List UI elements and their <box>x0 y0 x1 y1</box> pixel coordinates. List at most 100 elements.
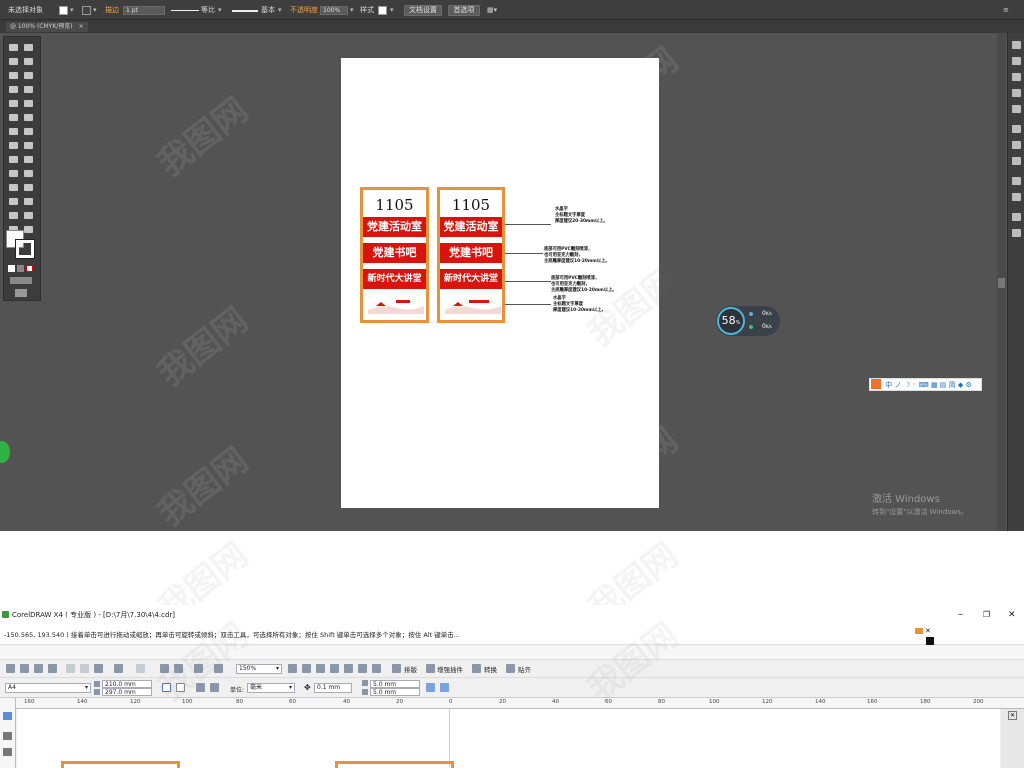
assistant-float-icon[interactable] <box>0 441 10 463</box>
duplicate-x-field[interactable]: 5.0 mm <box>370 680 420 688</box>
snap-label[interactable]: 贴齐 <box>518 664 531 674</box>
close-button[interactable]: ✕ <box>1008 605 1016 625</box>
eyedropper-tool-icon[interactable] <box>9 184 18 191</box>
page-size-select[interactable]: A4 ▾ <box>5 683 91 693</box>
panel-menu-icon[interactable]: ≡ <box>1003 6 1009 15</box>
blend-tool-icon[interactable] <box>24 184 33 191</box>
paste-icon[interactable] <box>94 664 103 673</box>
profile-1-label[interactable]: 等比 <box>201 6 215 15</box>
sign-right[interactable]: 1105 党建活动室 党建书吧 新时代大讲堂 <box>437 187 505 323</box>
treat-as-filled-icon[interactable] <box>440 683 449 692</box>
zoom-selected-icon[interactable] <box>316 664 325 673</box>
stroke-label[interactable]: 描边 <box>105 6 119 15</box>
ime-grid-icon[interactable]: ▦ <box>931 381 938 389</box>
magic-wand-tool-icon[interactable] <box>9 58 18 65</box>
opacity-label[interactable]: 不透明度 <box>290 6 318 15</box>
arrange-icon[interactable]: ▦▾ <box>487 6 497 15</box>
scroll-thumb[interactable] <box>998 278 1005 288</box>
ime-table-icon[interactable]: ▤ <box>940 381 947 389</box>
style-dropdown-icon[interactable]: ▾ <box>390 6 394 15</box>
welcome-icon[interactable] <box>214 664 223 673</box>
mesh-tool-icon[interactable] <box>9 170 18 177</box>
stroke-weight-field[interactable]: 1 pt <box>123 6 165 15</box>
unit-select[interactable]: 毫米 ▾ <box>247 683 295 693</box>
profile-2-label[interactable]: 基本 <box>261 6 275 15</box>
import-icon[interactable] <box>160 664 169 673</box>
shape-builder-tool-icon[interactable] <box>9 156 18 163</box>
free-transform-tool-icon[interactable] <box>24 142 33 149</box>
gradient-tool-icon[interactable] <box>24 170 33 177</box>
type-tool-icon[interactable] <box>24 72 33 79</box>
direct-selection-tool-icon[interactable] <box>24 44 33 51</box>
sign-left[interactable]: 1105 党建活动室 党建书吧 新时代大讲堂 <box>360 187 429 323</box>
zoom-height-icon[interactable] <box>372 664 381 673</box>
ime-dot-icon[interactable]: ◦ <box>912 381 916 389</box>
close-tab-icon[interactable]: × <box>79 23 84 30</box>
draw-mode-icon[interactable] <box>10 277 32 284</box>
nudge-distance-field[interactable]: 0.1 mm <box>314 683 352 693</box>
sign-outline-left[interactable] <box>61 761 180 768</box>
outline-indicator-icon[interactable] <box>926 637 934 645</box>
restore-button[interactable]: ❐ <box>983 605 990 625</box>
ime-settings-icon[interactable]: ⚙ <box>966 381 972 389</box>
warp-tool-icon[interactable] <box>9 142 18 149</box>
profile-2-dropdown-icon[interactable]: ▾ <box>278 6 282 15</box>
line-tool-icon[interactable] <box>9 86 18 93</box>
crop-tool-icon[interactable] <box>3 748 12 756</box>
snap-icon[interactable] <box>506 664 515 673</box>
brushes-panel-icon[interactable] <box>1012 89 1021 97</box>
shape-tool-icon[interactable] <box>3 732 12 740</box>
fill-indicator-icon[interactable] <box>915 628 923 634</box>
document-tab[interactable]: @ 100% (CMYK/预览) × <box>6 22 88 32</box>
pencil-tool-icon[interactable] <box>24 100 33 107</box>
fill-dropdown-icon[interactable]: ▾ <box>70 6 74 15</box>
network-speed-widget[interactable]: 58% 0K/s 0K/s <box>716 306 780 336</box>
transparency-panel-icon[interactable] <box>1012 157 1021 165</box>
blob-brush-tool-icon[interactable] <box>9 114 18 121</box>
scroll-close-icon[interactable]: ✕ <box>1008 711 1017 720</box>
zoom-width-icon[interactable] <box>358 664 367 673</box>
enhance-plugin-icon[interactable] <box>426 664 435 673</box>
stroke-dropdown-icon[interactable]: ▾ <box>93 6 97 15</box>
vertical-scrollbar[interactable] <box>997 33 1006 531</box>
print-icon[interactable] <box>48 664 57 673</box>
symbols-panel-icon[interactable] <box>1012 105 1021 113</box>
fill-swatch[interactable] <box>59 6 68 15</box>
export-icon[interactable] <box>174 664 183 673</box>
ime-moon-icon[interactable]: ☽ <box>904 381 910 389</box>
zoom-in-icon[interactable] <box>288 664 297 673</box>
symbol-sprayer-tool-icon[interactable] <box>9 198 18 205</box>
page-size-dropdown-icon[interactable]: ▾ <box>85 684 88 691</box>
convert-label[interactable]: 转换 <box>484 664 497 674</box>
current-page-icon[interactable] <box>210 683 219 692</box>
ime-simplified-label[interactable]: 简 <box>949 381 956 389</box>
zoom-all-icon[interactable] <box>330 664 339 673</box>
zoom-dropdown-icon[interactable]: ▾ <box>276 665 279 672</box>
landscape-icon[interactable] <box>176 683 185 692</box>
page-height-field[interactable]: 297.0 mm <box>102 688 152 696</box>
opacity-field[interactable]: 100% <box>320 6 348 15</box>
no-fill-icon[interactable]: ✕ <box>925 628 931 635</box>
paintbrush-tool-icon[interactable] <box>9 100 18 107</box>
zoom-tool-icon[interactable] <box>24 226 33 233</box>
ime-mode-label[interactable]: 中 <box>885 381 892 389</box>
swatches-panel-icon[interactable] <box>1012 73 1021 81</box>
save-icon[interactable] <box>34 664 43 673</box>
appearance-panel-icon[interactable] <box>1012 177 1021 185</box>
gradient-panel-icon[interactable] <box>1012 141 1021 149</box>
convert-icon[interactable] <box>472 664 481 673</box>
layout-plugin-label[interactable]: 排版 <box>404 664 417 674</box>
column-graph-tool-icon[interactable] <box>24 198 33 205</box>
copy-icon[interactable] <box>80 664 89 673</box>
cut-icon[interactable] <box>66 664 75 673</box>
tile-icon[interactable] <box>426 683 435 692</box>
open-icon[interactable] <box>20 664 29 673</box>
launcher-icon[interactable] <box>194 664 203 673</box>
gradient-mode-icon[interactable] <box>17 265 24 272</box>
color-guide-panel-icon[interactable] <box>1012 57 1021 65</box>
screen-mode-icon[interactable] <box>15 289 27 297</box>
new-icon[interactable] <box>6 664 15 673</box>
ime-punct-icon[interactable]: ノ <box>894 381 901 389</box>
zoom-page-icon[interactable] <box>344 664 353 673</box>
style-swatch[interactable] <box>378 6 387 15</box>
